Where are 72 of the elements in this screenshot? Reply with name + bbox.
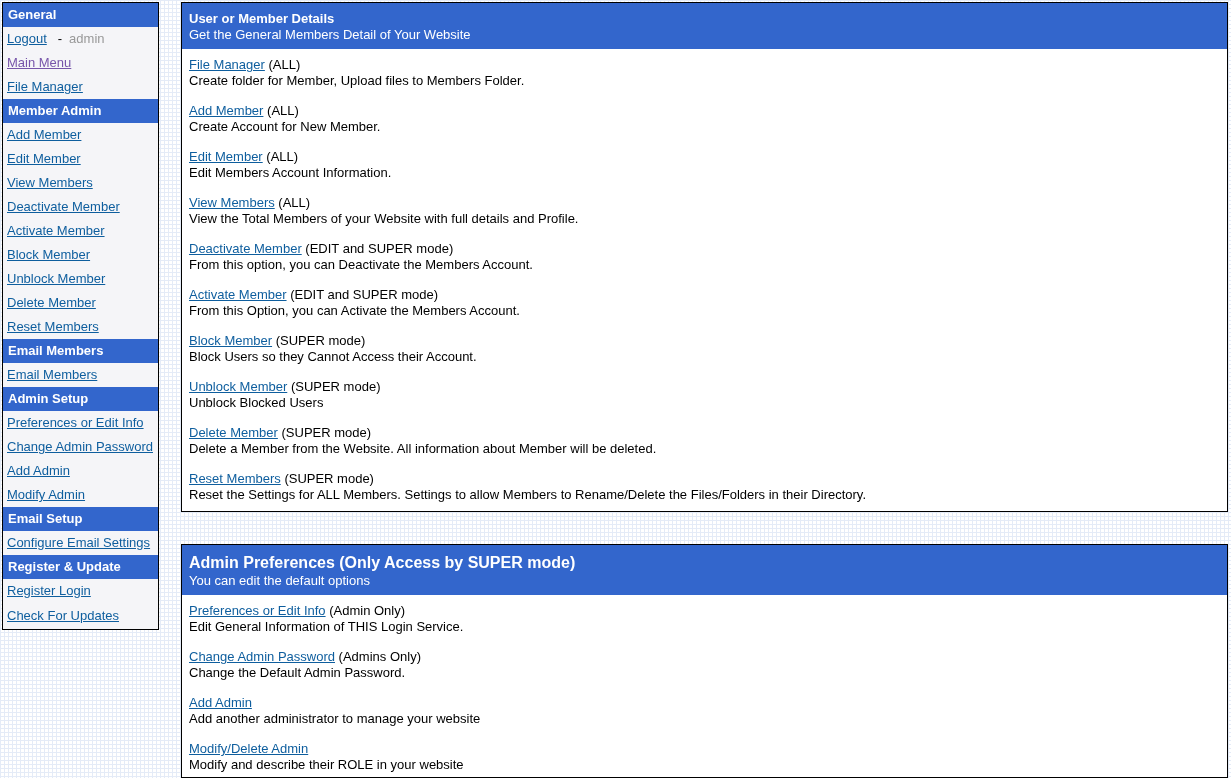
sidebar-link[interactable]: Preferences or Edit Info bbox=[7, 411, 144, 435]
sidebar-link[interactable]: Modify Admin bbox=[7, 483, 86, 507]
option-link[interactable]: Edit Member bbox=[189, 149, 263, 164]
sidebar-link[interactable]: Add Member bbox=[7, 123, 82, 147]
panel-title: User or Member Details bbox=[189, 11, 336, 27]
sidebar-heading: Email Setup bbox=[3, 507, 158, 531]
option-description: View the Total Members of your Website with full details and Profile. bbox=[189, 211, 580, 227]
option-link[interactable]: File Manager bbox=[189, 57, 265, 72]
sidebar-link[interactable]: Reset Members bbox=[7, 315, 99, 339]
panel-title: Admin Preferences (Only Access by SUPER mode) bbox=[189, 553, 577, 573]
option-link[interactable]: Block Member bbox=[189, 333, 273, 348]
sidebar-link[interactable]: Register Login bbox=[7, 579, 91, 603]
option-description: From this option, you can Deactivate the Members Account. bbox=[189, 257, 534, 273]
sidebar-heading: General bbox=[3, 3, 158, 27]
option-link[interactable]: View Members bbox=[189, 195, 275, 210]
option-description: Add another administrator to manage your website bbox=[189, 711, 482, 727]
option-link[interactable]: Modify/Delete Admin bbox=[189, 741, 309, 756]
option-link[interactable]: Activate Member bbox=[189, 287, 287, 302]
sidebar-link[interactable]: Unblock Member bbox=[7, 267, 106, 291]
username-text: admin bbox=[69, 30, 105, 48]
option-description: Delete a Member from the Website. All information about Member will be deleted. bbox=[189, 441, 658, 457]
mode-text: (ALL) bbox=[266, 149, 299, 164]
sidebar-link[interactable]: View Members bbox=[7, 171, 93, 195]
mode-text: (SUPER mode) bbox=[281, 425, 372, 440]
option-description: Unblock Blocked Users bbox=[189, 395, 325, 411]
sidebar-link[interactable]: Email Members bbox=[7, 363, 98, 387]
option-description: Edit General Information of THIS Login Service. bbox=[189, 619, 465, 635]
option-description: From this Option, you can Activate the Members Account. bbox=[189, 303, 521, 319]
sidebar-link[interactable]: Configure Email Settings bbox=[7, 531, 151, 555]
option-description: Create Account for New Member. bbox=[189, 119, 382, 135]
mode-text: (SUPER mode) bbox=[284, 471, 374, 486]
option-link[interactable]: Add Admin bbox=[189, 695, 252, 710]
sidebar-link[interactable]: Deactivate Member bbox=[7, 195, 120, 219]
option-description: Edit Members Account Information. bbox=[189, 165, 393, 181]
sidebar-link[interactable]: Change Admin Password bbox=[7, 435, 153, 459]
option-description: Create folder for Member, Upload files to Members Folder. bbox=[189, 73, 526, 89]
option-description: Reset the Settings for ALL Members. Settings to allow Members to Rename/Delete the Files/Folders in their Directory. bbox=[189, 487, 867, 503]
option-link[interactable]: Delete Member bbox=[189, 425, 278, 440]
mode-text: (EDIT and SUPER mode) bbox=[290, 287, 439, 302]
option-link[interactable]: Preferences or Edit Info bbox=[189, 603, 326, 618]
separator-text: - bbox=[57, 30, 63, 48]
mode-text: (Admin Only) bbox=[329, 603, 406, 618]
mode-text: (SUPER mode) bbox=[275, 333, 366, 348]
mode-text: (EDIT and SUPER mode) bbox=[305, 241, 454, 256]
sidebar-link[interactable]: Edit Member bbox=[7, 147, 81, 171]
sidebar-link[interactable]: Delete Member bbox=[7, 291, 96, 315]
sidebar-link[interactable]: Block Member bbox=[7, 243, 91, 267]
sidebar-heading: Register & Update bbox=[3, 555, 158, 579]
option-description: Modify and describe their ROLE in your website bbox=[189, 757, 465, 773]
option-link[interactable]: Add Member bbox=[189, 103, 264, 118]
option-link[interactable]: Change Admin Password bbox=[189, 649, 335, 664]
option-link[interactable]: Reset Members bbox=[189, 471, 281, 486]
sidebar-heading: Admin Setup bbox=[3, 387, 158, 411]
sidebar-heading: Member Admin bbox=[3, 99, 158, 123]
option-description: Change the Default Admin Password. bbox=[189, 665, 407, 681]
option-link[interactable]: Deactivate Member bbox=[189, 241, 302, 256]
sidebar-heading: Email Members bbox=[3, 339, 158, 363]
sidebar-link[interactable]: Add Admin bbox=[7, 459, 70, 483]
option-description: Block Users so they Cannot Access their Account. bbox=[189, 349, 478, 365]
sidebar-link[interactable]: File Manager bbox=[7, 75, 83, 99]
panel-subtitle: You can edit the default options bbox=[189, 573, 371, 589]
sidebar-link[interactable]: Main Menu bbox=[7, 51, 72, 75]
mode-text: (ALL) bbox=[278, 195, 311, 210]
mode-text: (Admins Only) bbox=[338, 649, 421, 664]
sidebar-link[interactable]: Check For Updates bbox=[7, 604, 119, 628]
mode-text: (SUPER mode) bbox=[290, 379, 381, 394]
mode-text: (ALL) bbox=[267, 103, 299, 118]
sidebar-link[interactable]: Logout bbox=[7, 27, 47, 51]
sidebar-link[interactable]: Activate Member bbox=[7, 219, 105, 243]
panel-subtitle: Get the General Members Detail of Your Website bbox=[189, 27, 472, 43]
option-link[interactable]: Unblock Member bbox=[189, 379, 288, 394]
mode-text: (ALL) bbox=[268, 57, 301, 72]
